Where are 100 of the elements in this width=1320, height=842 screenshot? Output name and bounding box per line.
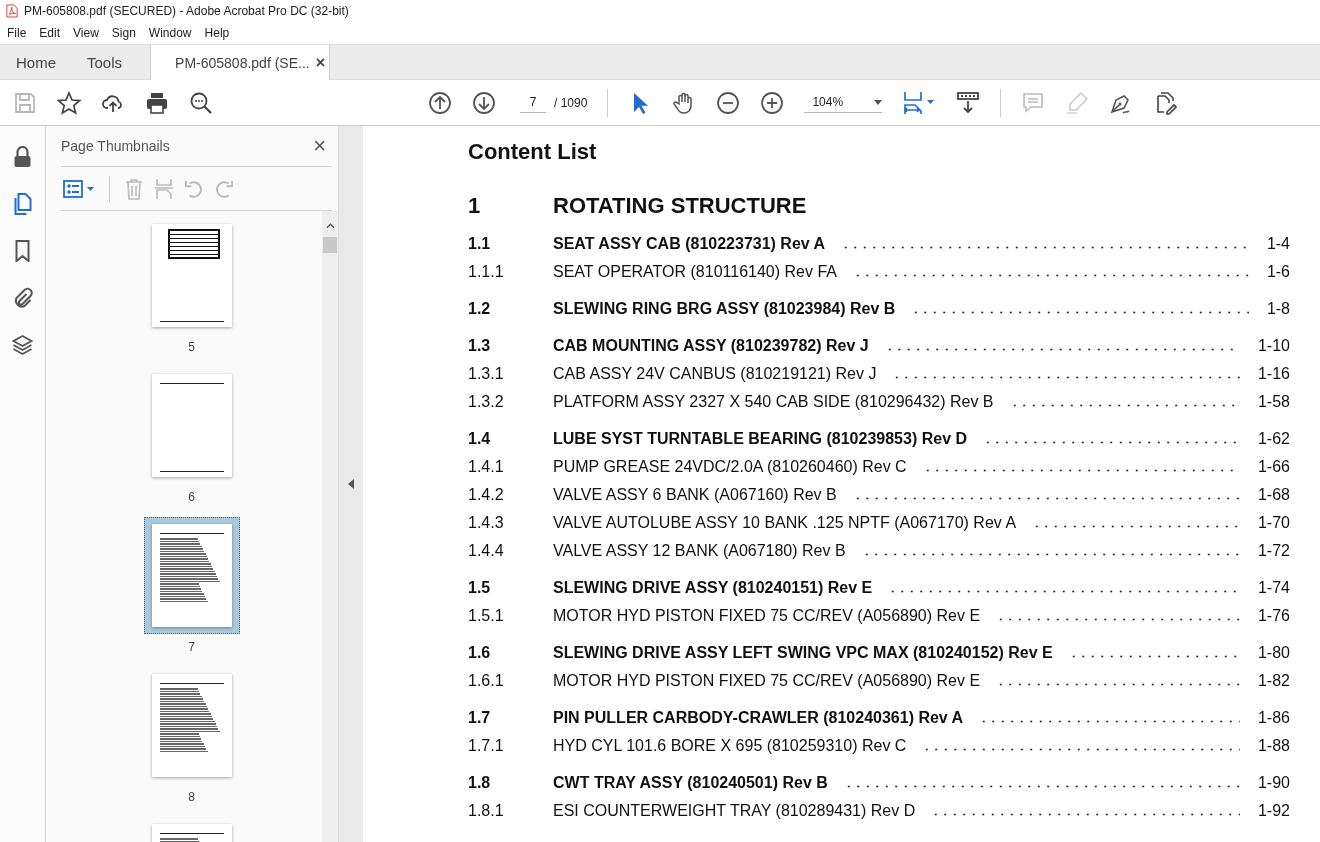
page-number-field[interactable]: 7 (520, 92, 546, 113)
subsection-number: 1.5.1 (468, 606, 505, 626)
next-page-icon[interactable] (472, 90, 496, 115)
page-reference: 1-58 (1257, 392, 1290, 412)
subsection-title: SEAT OPERATOR (810116140) Rev FA (553, 262, 837, 282)
section-title: CWT TRAY ASSY (810240501) Rev B (553, 773, 828, 793)
subsection-number: 1.4.1 (468, 457, 505, 477)
page-reference: 1-8 (1266, 299, 1290, 319)
pages-icon[interactable] (12, 193, 33, 215)
page-reference: 1-76 (1257, 606, 1290, 626)
menu-item[interactable]: Edit (39, 26, 67, 40)
caret-icon (874, 99, 883, 105)
subsection-number: 1.1.1 (468, 262, 505, 282)
subsection-number: 1.6.1 (468, 671, 505, 691)
tab-label: PM-605808.pdf (SE... (175, 54, 310, 71)
lock-icon[interactable] (12, 146, 33, 168)
menu-item[interactable]: Help (204, 26, 236, 40)
page-number: 5 (188, 340, 195, 354)
section-title: SEAT ASSY CAB (810223731) Rev A (553, 234, 826, 254)
scroll-mode-icon[interactable] (956, 90, 981, 115)
section-title: PIN PULLER CARBODY-CRAWLER (810240361) Rev A (553, 708, 964, 728)
page-reference: 1-62 (1257, 429, 1290, 449)
section-number: 1.7 (468, 708, 492, 728)
subsection-number: 1.8.1 (468, 801, 505, 821)
section-number: 1.3 (468, 336, 492, 356)
subsection-title: ESI COUNTERWEIGHT TRAY (810289431) Rev D (553, 801, 916, 821)
nav-tab[interactable]: Home (0, 45, 70, 79)
page-reference: 1-68 (1257, 485, 1290, 505)
section-number: 1.1 (468, 234, 492, 254)
section-number: 1.2 (468, 299, 492, 319)
zoom-out-icon[interactable] (716, 90, 741, 115)
scrollbar-thumb[interactable] (323, 237, 338, 253)
page-reference: 1-70 (1257, 513, 1290, 533)
zoom-dropdown[interactable]: 104% (804, 92, 883, 113)
star-icon[interactable] (57, 90, 81, 115)
subsection-title: PLATFORM ASSY 2327 X 540 CAB SIDE (810296432) Rev B (553, 392, 994, 412)
page-reference: 1-4 (1266, 234, 1290, 254)
section-number: 1.4 (468, 429, 492, 449)
scrollbar[interactable] (322, 211, 338, 842)
section-title: CAB MOUNTING ASSY (810239782) Rev J (553, 336, 869, 356)
pdf-file-icon (6, 4, 18, 18)
subsection-title: VALVE AUTOLUBE ASSY 10 BANK .125 NPTF (A067170) Rev A (553, 513, 1017, 533)
panel-title: Page Thumbnails (61, 138, 170, 154)
page-reference: 1-86 (1257, 708, 1290, 728)
page-reference: 1-72 (1257, 541, 1290, 561)
page-number: 7 (188, 640, 195, 654)
section-number: 1.5 (468, 578, 492, 598)
previous-page-icon[interactable] (428, 90, 452, 115)
page-reference: 1-92 (1257, 801, 1290, 821)
section-number: 1.6 (468, 643, 492, 663)
page-number: 6 (188, 490, 195, 504)
subsection-title: HYD CYL 101.6 BORE X 695 (810259310) Rev C (553, 736, 907, 756)
zoom-in-icon[interactable] (760, 90, 785, 115)
document-tab[interactable]: PM-605808.pdf (SE... × (150, 45, 331, 80)
print-icon[interactable] (145, 90, 169, 115)
page-reference: 1-66 (1257, 457, 1290, 477)
thumbnail-options-icon[interactable] (63, 178, 95, 199)
search-icon[interactable] (189, 90, 213, 115)
close-tab-button[interactable]: × (315, 53, 326, 72)
section-number: 1.8 (468, 773, 492, 793)
close-panel-button[interactable]: × (313, 133, 326, 159)
layers-icon[interactable] (12, 334, 33, 356)
subsection-number: 1.4.4 (468, 541, 505, 561)
section-title: SLEWING DRIVE ASSY LEFT SWING VPC MAX (810240152) Rev E (553, 643, 1053, 663)
page-reference: 1-82 (1257, 671, 1290, 691)
page-reference: 1-6 (1266, 262, 1290, 282)
page-total: / 1090 (554, 95, 588, 110)
page-fit-icon[interactable] (902, 90, 937, 115)
page-reference: 1-10 (1257, 336, 1290, 356)
menu-item[interactable]: Window (148, 26, 198, 40)
page-reference: 1-16 (1257, 364, 1290, 384)
nav-tab[interactable]: Tools (70, 45, 151, 79)
subsection-number: 1.4.3 (468, 513, 505, 533)
page-thumbnail[interactable] (143, 517, 240, 634)
menu-item[interactable]: File (7, 26, 33, 40)
subsection-title: VALVE ASSY 6 BANK (A067160) Rev B (553, 485, 837, 505)
menu-item[interactable]: Sign (111, 26, 142, 40)
page-number: 8 (188, 790, 195, 804)
page-reference: 1-80 (1257, 643, 1290, 663)
scroll-up-icon[interactable] (325, 223, 335, 229)
subsection-title: MOTOR HYD PISTON FIXED 75 CC/REV (A056890) Rev E (553, 671, 981, 691)
chapter-number: 1 (468, 193, 482, 219)
chapter-title: ROTATING STRUCTURE (553, 193, 807, 219)
section-title: SLEWING DRIVE ASSY (810240151) Rev E (553, 578, 873, 598)
section-title: SLEWING RING BRG ASSY (81023984) Rev B (553, 299, 896, 319)
page-reference: 1-90 (1257, 773, 1290, 793)
window-title: PM-605808.pdf (SECURED) - Adobe Acrobat Pro DC (32-bit) (24, 4, 349, 18)
subsection-number: 1.3.1 (468, 364, 505, 384)
subsection-title: MOTOR HYD PISTON FIXED 75 CC/REV (A056890) Rev E (553, 606, 981, 626)
subsection-number: 1.3.2 (468, 392, 505, 412)
page-reference: 1-74 (1257, 578, 1290, 598)
subsection-title: CAB ASSY 24V CANBUS (810219121) Rev J (553, 364, 877, 384)
menu-item[interactable]: View (73, 26, 105, 40)
subsection-number: 1.4.2 (468, 485, 505, 505)
page-reference: 1-88 (1257, 736, 1290, 756)
paperclip-icon[interactable] (12, 287, 33, 309)
collapse-arrow-icon[interactable] (348, 479, 354, 489)
subsection-title: PUMP GREASE 24VDC/2.0A (810260460) Rev C (553, 457, 907, 477)
subsection-title: VALVE ASSY 12 BANK (A067180) Rev B (553, 541, 846, 561)
section-title: LUBE SYST TURNTABLE BEARING (810239853) Rev D (553, 429, 968, 449)
